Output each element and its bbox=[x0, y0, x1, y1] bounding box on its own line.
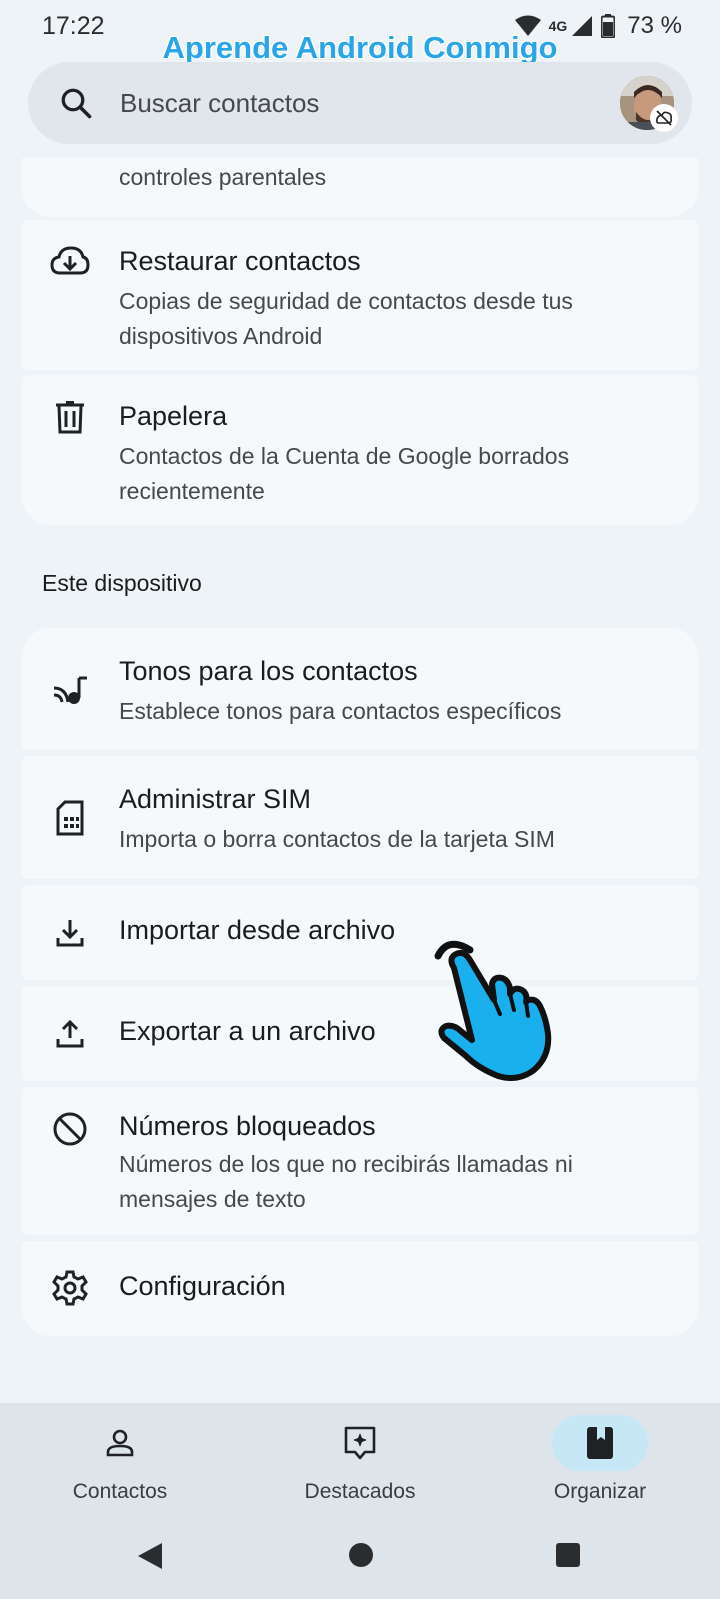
ringtones-item[interactable]: Tonos para los contactos Establece tonos… bbox=[22, 628, 698, 750]
blocked-numbers-title: Números bloqueados bbox=[119, 1111, 376, 1141]
sync-off-icon bbox=[650, 104, 678, 132]
sim-card-icon bbox=[50, 798, 90, 838]
bottom-navigation: Contactos Destacados Organizar bbox=[0, 1403, 720, 1515]
bookmark-book-icon bbox=[552, 1415, 648, 1471]
block-icon bbox=[50, 1109, 90, 1149]
download-icon bbox=[50, 913, 90, 953]
search-bar[interactable]: Buscar contactos bbox=[28, 62, 692, 144]
manage-sim-item[interactable]: Administrar SIM Importa o borra contacto… bbox=[22, 756, 698, 879]
ringtones-title: Tonos para los contactos bbox=[119, 656, 418, 686]
manage-sim-title: Administrar SIM bbox=[119, 784, 312, 814]
person-icon bbox=[72, 1415, 168, 1471]
import-from-file-item[interactable]: Importar desde archivo bbox=[22, 885, 698, 980]
restore-contacts-title: Restaurar contactos bbox=[119, 246, 361, 276]
upload-icon bbox=[50, 1014, 90, 1054]
settings-list[interactable]: controles parentales Restaurar contactos… bbox=[0, 158, 720, 1403]
trash-title: Papelera bbox=[119, 401, 228, 431]
export-to-file-item[interactable]: Exportar a un archivo bbox=[22, 986, 698, 1081]
nav-highlights-label: Destacados bbox=[304, 1480, 416, 1503]
recents-icon[interactable] bbox=[554, 1541, 582, 1574]
trash-item[interactable]: Papelera Contactos de la Cuenta de Googl… bbox=[22, 375, 698, 525]
partial-card-parental[interactable]: controles parentales bbox=[22, 158, 698, 217]
cloud-download-icon bbox=[50, 242, 90, 282]
home-icon[interactable] bbox=[347, 1541, 375, 1574]
ringtone-icon bbox=[50, 670, 90, 710]
pointer-hand-icon bbox=[426, 938, 576, 1093]
nav-contacts-label: Contactos bbox=[72, 1480, 168, 1503]
watermark-overlay: Aprende Android Conmigo bbox=[162, 30, 558, 65]
partial-card-subtitle: controles parentales bbox=[119, 164, 327, 190]
search-input[interactable]: Buscar contactos bbox=[120, 88, 319, 119]
nav-organize-label: Organizar bbox=[553, 1480, 647, 1503]
search-icon bbox=[58, 85, 94, 126]
manage-sim-subtitle: Importa o borra contactos de la tarjeta … bbox=[119, 826, 555, 852]
blocked-numbers-item[interactable]: Números bloqueados Números de los que no… bbox=[22, 1087, 698, 1235]
nav-organize[interactable]: Organizar bbox=[480, 1403, 720, 1515]
nav-contacts[interactable]: Contactos bbox=[0, 1403, 240, 1515]
settings-title: Configuración bbox=[119, 1271, 286, 1301]
settings-item[interactable]: Configuración bbox=[22, 1241, 698, 1336]
restore-contacts-subtitle: Copias de seguridad de contactos desde t… bbox=[119, 288, 573, 349]
import-from-file-title: Importar desde archivo bbox=[119, 915, 396, 945]
nav-highlights[interactable]: Destacados bbox=[240, 1403, 480, 1515]
trash-icon bbox=[50, 397, 90, 437]
export-to-file-title: Exportar a un archivo bbox=[119, 1016, 376, 1046]
system-navigation-bar bbox=[0, 1515, 720, 1599]
back-icon[interactable] bbox=[136, 1541, 164, 1576]
gear-icon bbox=[50, 1268, 90, 1308]
section-header-device: Este dispositivo bbox=[42, 570, 202, 596]
ringtones-subtitle: Establece tonos para contactos específic… bbox=[119, 698, 562, 724]
blocked-numbers-subtitle: Números de los que no recibirás llamadas… bbox=[119, 1151, 573, 1212]
restore-contacts-item[interactable]: Restaurar contactos Copias de seguridad … bbox=[22, 220, 698, 370]
star-sparkle-icon bbox=[312, 1415, 408, 1471]
trash-subtitle: Contactos de la Cuenta de Google borrado… bbox=[119, 443, 570, 504]
